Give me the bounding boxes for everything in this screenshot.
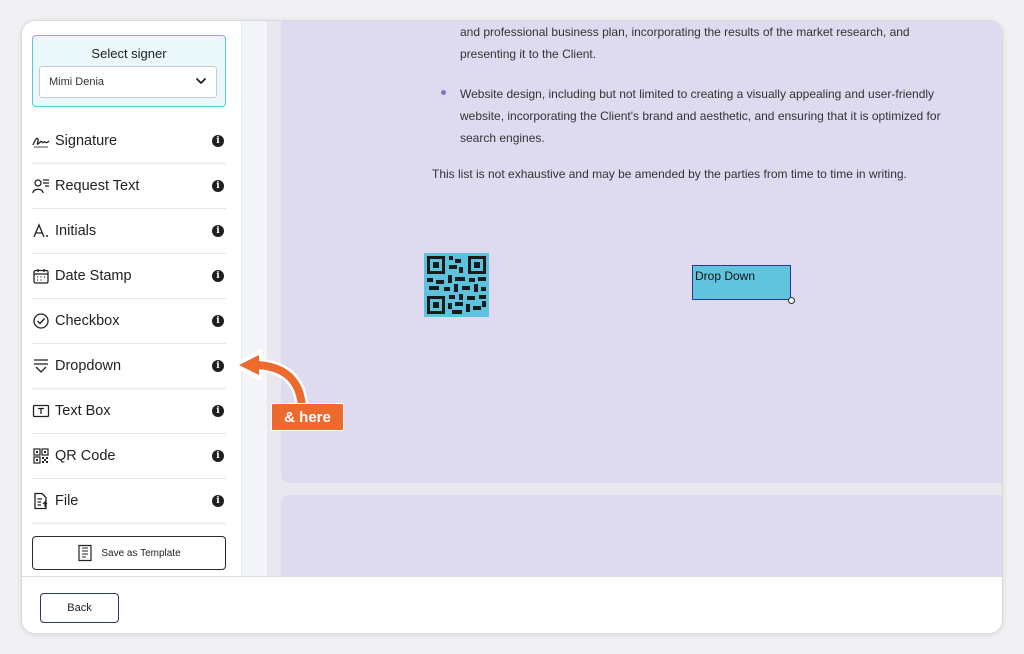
- document-page-next[interactable]: [281, 495, 1002, 585]
- info-icon[interactable]: i: [212, 450, 224, 462]
- tool-file[interactable]: File i: [32, 479, 226, 524]
- tool-text-box[interactable]: Text Box i: [32, 389, 226, 434]
- tool-label: QR Code: [55, 448, 116, 464]
- signer-title: Select signer: [91, 46, 167, 61]
- back-button[interactable]: Back: [40, 593, 119, 623]
- tool-label: Checkbox: [55, 313, 120, 329]
- document-page[interactable]: and professional business plan, incorpor…: [281, 21, 1002, 483]
- initials-icon: [32, 222, 50, 240]
- tool-checkbox[interactable]: Checkbox i: [32, 299, 226, 344]
- tool-dropdown[interactable]: Dropdown i: [32, 344, 226, 389]
- signer-panel: Select signer Mimi Denia: [32, 35, 226, 107]
- info-icon[interactable]: i: [212, 405, 224, 417]
- checkbox-icon: [32, 312, 50, 330]
- info-icon[interactable]: i: [212, 495, 224, 507]
- document-viewer[interactable]: and professional business plan, incorpor…: [267, 21, 1002, 585]
- save-as-template-button[interactable]: Save as Template: [32, 536, 226, 570]
- request-text-icon: [32, 177, 50, 195]
- qr-code-field[interactable]: [424, 253, 489, 317]
- dropdown-field[interactable]: Drop Down: [692, 265, 795, 304]
- tool-request-text[interactable]: Request Text i: [32, 164, 226, 209]
- textbox-icon: [32, 402, 50, 420]
- template-icon: [78, 544, 92, 562]
- info-icon[interactable]: i: [212, 180, 224, 192]
- tool-qr-code[interactable]: QR Code i: [32, 434, 226, 479]
- tool-label: Date Stamp: [55, 268, 132, 284]
- info-icon[interactable]: i: [212, 315, 224, 327]
- calendar-icon: [32, 267, 50, 285]
- bullet-item: Website design, including but not limite…: [432, 83, 952, 149]
- sidebar: Select signer Mimi Denia Signature i Req…: [22, 21, 241, 576]
- footer-bar: Back: [22, 576, 1002, 633]
- paragraph-continued: and professional business plan, incorpor…: [460, 25, 910, 61]
- chevron-down-icon: [195, 75, 207, 90]
- annotation-label: & here: [271, 403, 344, 431]
- field-tool-list: Signature i Request Text i Initials i Da…: [32, 119, 226, 524]
- tool-label: Request Text: [55, 178, 140, 194]
- dropdown-icon: [32, 357, 50, 375]
- info-icon[interactable]: i: [212, 225, 224, 237]
- tool-label: Text Box: [55, 403, 111, 419]
- signer-selected-value: Mimi Denia: [49, 76, 105, 88]
- tool-label: Dropdown: [55, 358, 122, 374]
- tool-label: Initials: [55, 223, 97, 239]
- tool-signature[interactable]: Signature i: [32, 119, 226, 164]
- qr-code-icon: [32, 447, 50, 465]
- app-window: Select signer Mimi Denia Signature i Req…: [21, 20, 1003, 634]
- tool-label: File: [55, 493, 79, 509]
- save-as-template-label: Save as Template: [101, 547, 181, 559]
- info-icon[interactable]: i: [212, 360, 224, 372]
- info-icon[interactable]: i: [212, 135, 224, 147]
- tool-initials[interactable]: Initials i: [32, 209, 226, 254]
- signature-icon: [32, 132, 50, 150]
- resize-handle[interactable]: [788, 297, 795, 304]
- info-icon[interactable]: i: [212, 270, 224, 282]
- file-icon: [32, 492, 50, 510]
- tool-date-stamp[interactable]: Date Stamp i: [32, 254, 226, 299]
- sidebar-divider: [241, 21, 267, 576]
- signer-select[interactable]: Mimi Denia: [39, 66, 217, 98]
- tool-label: Signature: [55, 133, 118, 149]
- list-note: This list is not exhaustive and may be a…: [432, 167, 907, 181]
- dropdown-field-label: Drop Down: [695, 269, 756, 283]
